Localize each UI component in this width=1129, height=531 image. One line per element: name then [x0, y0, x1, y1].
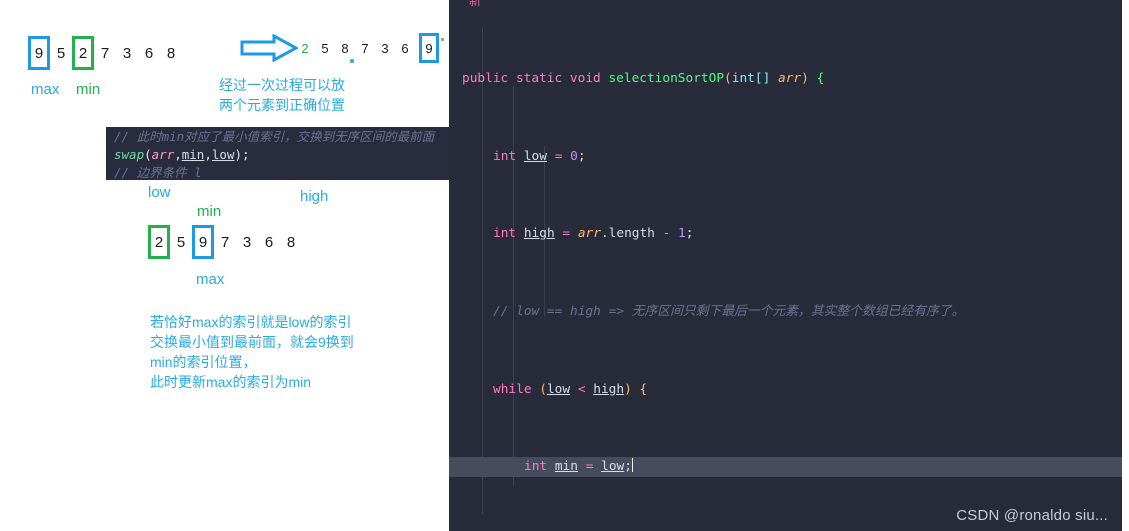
tok-low: low — [601, 459, 625, 475]
diagram-panel: 9 5 2 7 3 6 8 max min 2 5 8 7 3 6 9 经过一次… — [0, 0, 449, 531]
step1-result-array: 2 5 8 7 3 6 9 — [295, 33, 439, 63]
clipped-top-text: 新 — [469, 0, 482, 8]
step1-array: 9 5 2 7 3 6 8 — [28, 36, 182, 70]
fragment-paren-open: ( — [144, 147, 152, 162]
right-white-strip — [1122, 0, 1129, 531]
tok-number: 1 — [678, 226, 686, 242]
tok-eq: = — [585, 459, 594, 475]
array-cell: 8 — [166, 44, 176, 62]
tok-length: .length — [600, 226, 655, 242]
code-line[interactable]: while (low < high) { — [449, 380, 1122, 399]
csdn-watermark: CSDN @ronaldo siu... — [956, 507, 1108, 524]
tok-eq: = — [554, 148, 563, 164]
step1-note-line2: 两个元素到正确位置 — [219, 97, 345, 113]
array-cell: 6 — [144, 44, 154, 62]
tok-paren: ) — [801, 71, 809, 87]
array-cell: 9 — [28, 36, 50, 70]
step2-low-label: low — [148, 184, 171, 201]
array-cell: 2 — [301, 40, 309, 56]
tok-eq: = — [562, 226, 571, 242]
fragment-swap-fn: swap — [114, 147, 145, 162]
text-cursor — [631, 458, 633, 473]
fragment-comment: // 此时min对应了最小值索引，交换到无序区间的最前面 — [114, 129, 435, 144]
array-cell: 5 — [321, 40, 329, 56]
array-cell: 9 — [419, 33, 439, 63]
tok-param: arr — [778, 71, 802, 87]
tok-int: int — [524, 459, 548, 475]
tok-paren: ) — [624, 381, 632, 397]
tok-comment: // low == high => 无序区间只剩下最后一个元素，其实整个数组已经… — [493, 304, 965, 320]
array-cell: 7 — [361, 40, 369, 56]
tok-low: low — [523, 148, 547, 164]
tok-minus: - — [662, 226, 671, 242]
array-cell: 6 — [264, 233, 274, 251]
explanation-line1: 若恰好max的索引就是low的索引 — [150, 314, 352, 330]
array-cell: 9 — [192, 225, 214, 259]
fragment-partial-comment: // 边界条件 l — [114, 165, 202, 180]
tok-arr: arr — [577, 226, 601, 242]
tok-paren: ( — [539, 381, 547, 397]
explanation-line3: min的索引位置， — [150, 354, 257, 370]
step1-note-line1: 经过一次过程可以放 — [219, 77, 345, 93]
tok-public: public — [462, 71, 509, 87]
tok-semi: ; — [577, 148, 586, 164]
array-cell: 3 — [122, 44, 132, 62]
fragment-arg-min: min — [181, 147, 205, 162]
array-cell: 5 — [56, 44, 66, 62]
code-editor-panel[interactable]: 新 public static void selectionSortOP(int… — [449, 0, 1122, 531]
array-cell: 2 — [148, 225, 170, 259]
right-arrow-icon — [240, 34, 298, 62]
array-cell: 3 — [381, 40, 389, 56]
tok-min: min — [554, 459, 578, 475]
code-line-current[interactable]: int min = low; — [449, 457, 1122, 477]
tok-brace: { — [639, 381, 648, 397]
tok-type: int[] — [731, 71, 771, 87]
tok-semi: ; — [685, 226, 694, 242]
array-cell: 7 — [220, 233, 230, 251]
marker-dot — [350, 59, 354, 63]
fragment-arg-low: low — [211, 147, 235, 162]
tok-int: int — [493, 148, 517, 164]
tok-int: int — [493, 226, 517, 242]
array-cell: 7 — [100, 44, 110, 62]
array-cell: 3 — [242, 233, 252, 251]
fragment-paren-close: ); — [234, 147, 250, 162]
code-line[interactable]: public static void selectionSortOP(int[]… — [449, 69, 1122, 88]
array-cell: 6 — [401, 40, 409, 56]
explanation-line2: 交换最小值到最前面，就会9换到 — [150, 334, 354, 350]
code-line[interactable]: // low == high => 无序区间只剩下最后一个元素，其实整个数组已经… — [449, 302, 1122, 321]
step2-array: 2 5 9 7 3 6 8 — [148, 225, 302, 259]
array-cell: 8 — [286, 233, 296, 251]
tok-paren: ( — [724, 71, 732, 87]
tok-semi: ; — [624, 459, 632, 475]
step2-min-label: min — [197, 203, 222, 220]
code-lines[interactable]: public static void selectionSortOP(int[]… — [449, 11, 1122, 531]
array-cell: 5 — [176, 233, 186, 251]
tok-lt: < — [577, 381, 586, 397]
tok-while: while — [493, 381, 532, 397]
tok-high: high — [593, 381, 625, 397]
tok-brace: { — [816, 71, 825, 87]
step2-high-label: high — [300, 188, 329, 205]
fragment-comma: , — [174, 147, 182, 162]
step1-min-label: min — [76, 81, 101, 98]
tok-number: 0 — [570, 148, 578, 164]
tok-low: low — [546, 381, 571, 397]
tok-method-name: selectionSortOP — [608, 71, 725, 87]
step2-max-label: max — [196, 271, 225, 288]
fragment-arg-arr: arr — [151, 147, 175, 162]
tok-void: void — [569, 71, 601, 87]
tok-static: static — [515, 71, 563, 87]
overlay-code-fragment: // 此时min对应了最小值索引，交换到无序区间的最前面 swap(arr,mi… — [106, 127, 449, 180]
tok-high: high — [523, 226, 555, 242]
fragment-comma: , — [204, 147, 212, 162]
step1-max-label: max — [31, 81, 60, 98]
code-line[interactable]: int low = 0; — [449, 147, 1122, 166]
array-cell: 2 — [72, 36, 94, 70]
explanation-line4: 此时更新max的索引为min — [150, 374, 312, 390]
marker-tick — [441, 38, 444, 41]
code-line[interactable]: int high = arr.length - 1; — [449, 224, 1122, 243]
